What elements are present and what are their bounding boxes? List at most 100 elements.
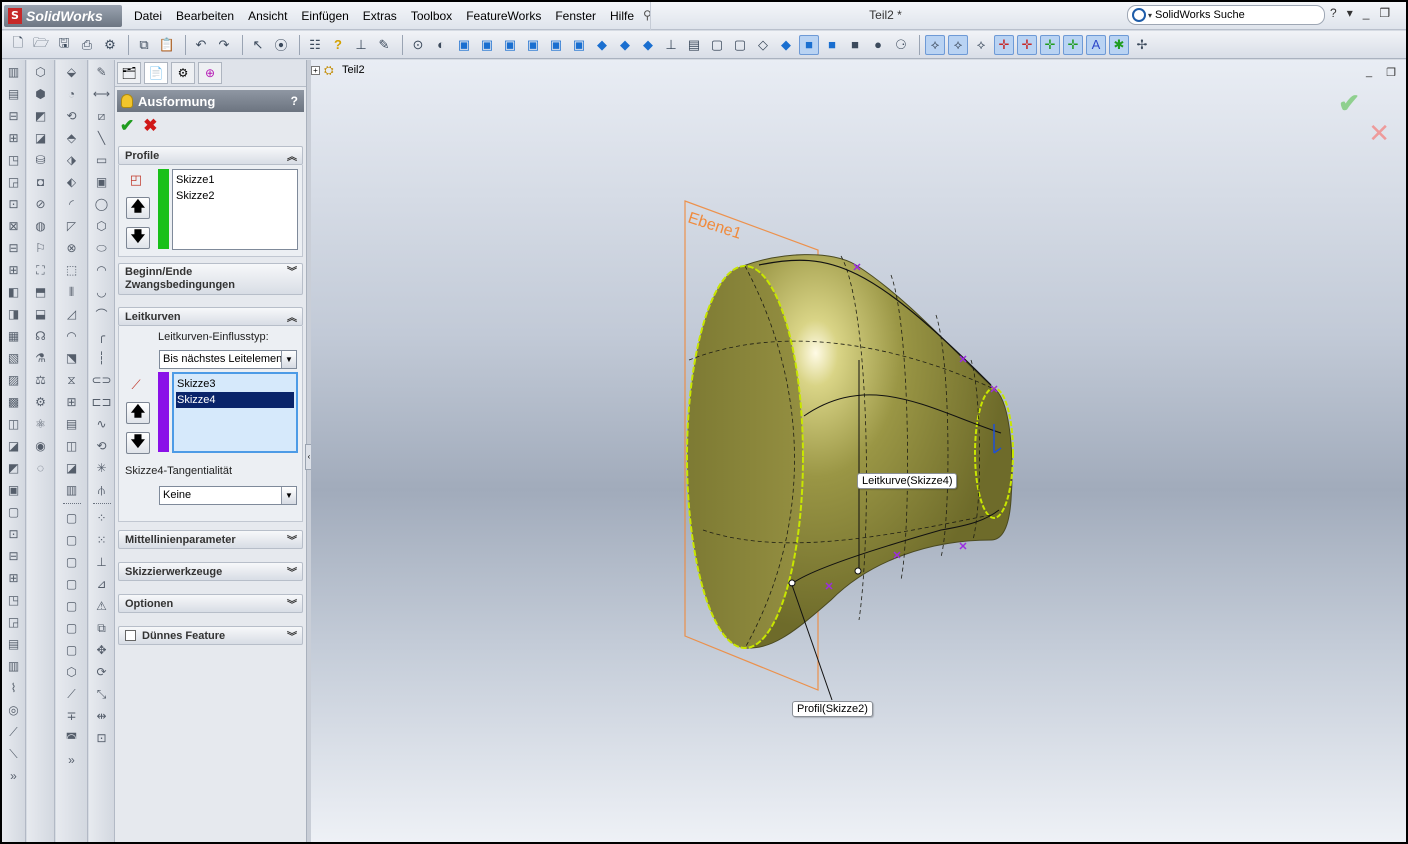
toolbar-icon[interactable]: ⊡: [5, 195, 23, 213]
normal-to-icon[interactable]: ⊥: [661, 35, 681, 55]
loft-icon[interactable]: ⬘: [63, 129, 81, 147]
toolbar-icon[interactable]: ⚖: [32, 371, 50, 389]
dome-icon[interactable]: ◠: [63, 327, 81, 345]
guide-curves-list[interactable]: Skizze3 Skizze4: [172, 372, 298, 453]
app-logo[interactable]: S SolidWorks: [4, 5, 122, 27]
toolbar-icon[interactable]: ◳: [5, 151, 23, 169]
shaded-with-edges-icon[interactable]: ◆: [776, 35, 796, 55]
toolbar-icon[interactable]: ⚙: [32, 393, 50, 411]
guide-point[interactable]: [854, 567, 862, 575]
view-lights-icon[interactable]: ✢: [1132, 35, 1152, 55]
toolbar-icon[interactable]: ⊘: [32, 195, 50, 213]
hidden-lines-visible-icon[interactable]: ▢: [707, 35, 727, 55]
toolbar-icon[interactable]: ◍: [32, 217, 50, 235]
expand-toolbar-icon[interactable]: »: [63, 751, 81, 769]
draft-icon[interactable]: ◿: [63, 305, 81, 323]
toolbar-icon[interactable]: ◎: [5, 701, 23, 719]
menu-ansicht[interactable]: Ansicht: [241, 4, 294, 28]
toolbar-icon[interactable]: ▢: [5, 503, 23, 521]
view-sketches-icon[interactable]: ✛: [1040, 34, 1060, 55]
toolbar-icon[interactable]: ⛁: [32, 151, 50, 169]
rotate-entities-icon[interactable]: ⟳: [93, 663, 111, 681]
toolbar-icon[interactable]: ⬒: [32, 283, 50, 301]
view-annotations-icon[interactable]: A: [1086, 34, 1106, 55]
menu-bearbeiten[interactable]: Bearbeiten: [169, 4, 241, 28]
start-end-constraints-header[interactable]: Beginn/Ende Zwangsbedingungen ︾: [118, 263, 303, 295]
toolbar-icon[interactable]: ◪: [5, 437, 23, 455]
line-icon[interactable]: ╲: [93, 129, 111, 147]
expand-chevron-icon[interactable]: ︾: [287, 532, 297, 547]
restore-button[interactable]: ❐: [1379, 6, 1390, 20]
pattern-icon[interactable]: ⊞: [63, 393, 81, 411]
copy-entities-icon[interactable]: ⧉: [93, 619, 111, 637]
view-front-icon[interactable]: ▣: [454, 35, 474, 55]
toolbar-icon[interactable]: ⊡: [5, 525, 23, 543]
dimxpert-tab-icon[interactable]: ⊕: [198, 62, 222, 84]
toolbar-icon[interactable]: ◚: [63, 729, 81, 747]
toolbar-icon[interactable]: ⊟: [5, 239, 23, 257]
feature-manager-tab-icon[interactable]: 🗂: [117, 62, 141, 84]
search-input[interactable]: SolidWorks Suche: [1155, 9, 1245, 21]
search-box[interactable]: ▾ SolidWorks Suche: [1127, 5, 1325, 25]
linear-pattern-icon[interactable]: ⁘: [93, 509, 111, 527]
save-icon[interactable]: 🖫: [54, 35, 74, 55]
help-dropdown-icon[interactable]: ▾: [1347, 6, 1353, 20]
help-button[interactable]: ?: [1330, 6, 1337, 20]
toolbar-icon[interactable]: ⊞: [5, 261, 23, 279]
open-icon[interactable]: 🗁: [31, 35, 51, 55]
zoom-fit-icon[interactable]: ⊙: [408, 35, 428, 55]
measure-icon[interactable]: ⊥: [351, 35, 371, 55]
sweep-icon[interactable]: ⟲: [63, 107, 81, 125]
toolbar-icon[interactable]: ⬓: [32, 305, 50, 323]
view-bottom-icon[interactable]: ▣: [569, 35, 589, 55]
toolbar-icon[interactable]: ⛶: [32, 261, 50, 279]
toolbar-icon[interactable]: ▤: [5, 635, 23, 653]
tangency-select[interactable]: Keine ▼: [159, 486, 297, 505]
guide-move-down-button[interactable]: 🡇: [126, 432, 150, 454]
menu-datei[interactable]: Datei: [127, 4, 169, 28]
toolbar-icon[interactable]: ▥: [5, 657, 23, 675]
ellipse-icon[interactable]: ⬭: [93, 239, 111, 257]
toolbar-icon[interactable]: ▢: [63, 597, 81, 615]
toolbar-icon[interactable]: ⊠: [5, 217, 23, 235]
toolbar-icon[interactable]: ◌: [32, 459, 50, 477]
dropdown-arrow-icon[interactable]: ▼: [281, 351, 296, 368]
move-up-button[interactable]: 🡅: [126, 197, 150, 219]
toolbar-icon[interactable]: ◲: [5, 613, 23, 631]
thin-feature-checkbox[interactable]: [125, 630, 136, 641]
toolbar-icon[interactable]: ◧: [5, 283, 23, 301]
spline-icon[interactable]: ∿: [93, 415, 111, 433]
polygon-icon[interactable]: ⬡: [93, 217, 111, 235]
options-header[interactable]: Optionen ︾: [118, 594, 303, 613]
menu-extras[interactable]: Extras: [356, 4, 404, 28]
toolbar-icon[interactable]: ⚐: [32, 239, 50, 257]
toolbar-icon[interactable]: ◪: [32, 129, 50, 147]
scale-entities-icon[interactable]: ⤡: [93, 685, 111, 703]
view-sketch-relations-icon[interactable]: ✛: [1063, 34, 1083, 55]
extrude-icon[interactable]: ⬙: [63, 63, 81, 81]
search-dropdown-icon[interactable]: ▾: [1148, 11, 1152, 20]
graphics-area[interactable]: + ⛭ Teil2 _ ❐ ✔ ✕ Ebene1 Leitkurve(Skizz…: [311, 60, 1406, 842]
move-entities-icon[interactable]: ✥: [93, 641, 111, 659]
centerline-parameters-header[interactable]: Mittellinienparameter ︾: [118, 530, 303, 549]
toolbar-icon[interactable]: ◘: [32, 173, 50, 191]
view-top-icon[interactable]: ▣: [546, 35, 566, 55]
view-planes-icon[interactable]: ⟡: [925, 34, 945, 55]
shaded-icon[interactable]: ■: [799, 34, 819, 55]
toolbar-icon[interactable]: ▢: [63, 575, 81, 593]
toolbar-icon[interactable]: ◫: [5, 415, 23, 433]
fillet-icon[interactable]: ◜: [63, 195, 81, 213]
guide-curves-header[interactable]: Leitkurven ︽: [118, 307, 303, 326]
redo-icon[interactable]: ↷: [214, 35, 234, 55]
point-icon[interactable]: ✳: [93, 459, 111, 477]
toolbar-icon[interactable]: ◫: [63, 437, 81, 455]
profile-skizze1-cap[interactable]: [686, 265, 804, 649]
toolbar-icon[interactable]: ◲: [5, 173, 23, 191]
toolbar-icon[interactable]: ▥: [63, 481, 81, 499]
toolbar-icon[interactable]: ▨: [5, 371, 23, 389]
expand-chevron-icon[interactable]: ︾: [287, 628, 297, 643]
view-left-icon[interactable]: ▣: [500, 35, 520, 55]
rotate-view-icon[interactable]: ◐: [431, 35, 451, 55]
toolbar-icon[interactable]: ▥: [5, 63, 23, 81]
expand-chevron-icon[interactable]: ︾: [287, 564, 297, 579]
